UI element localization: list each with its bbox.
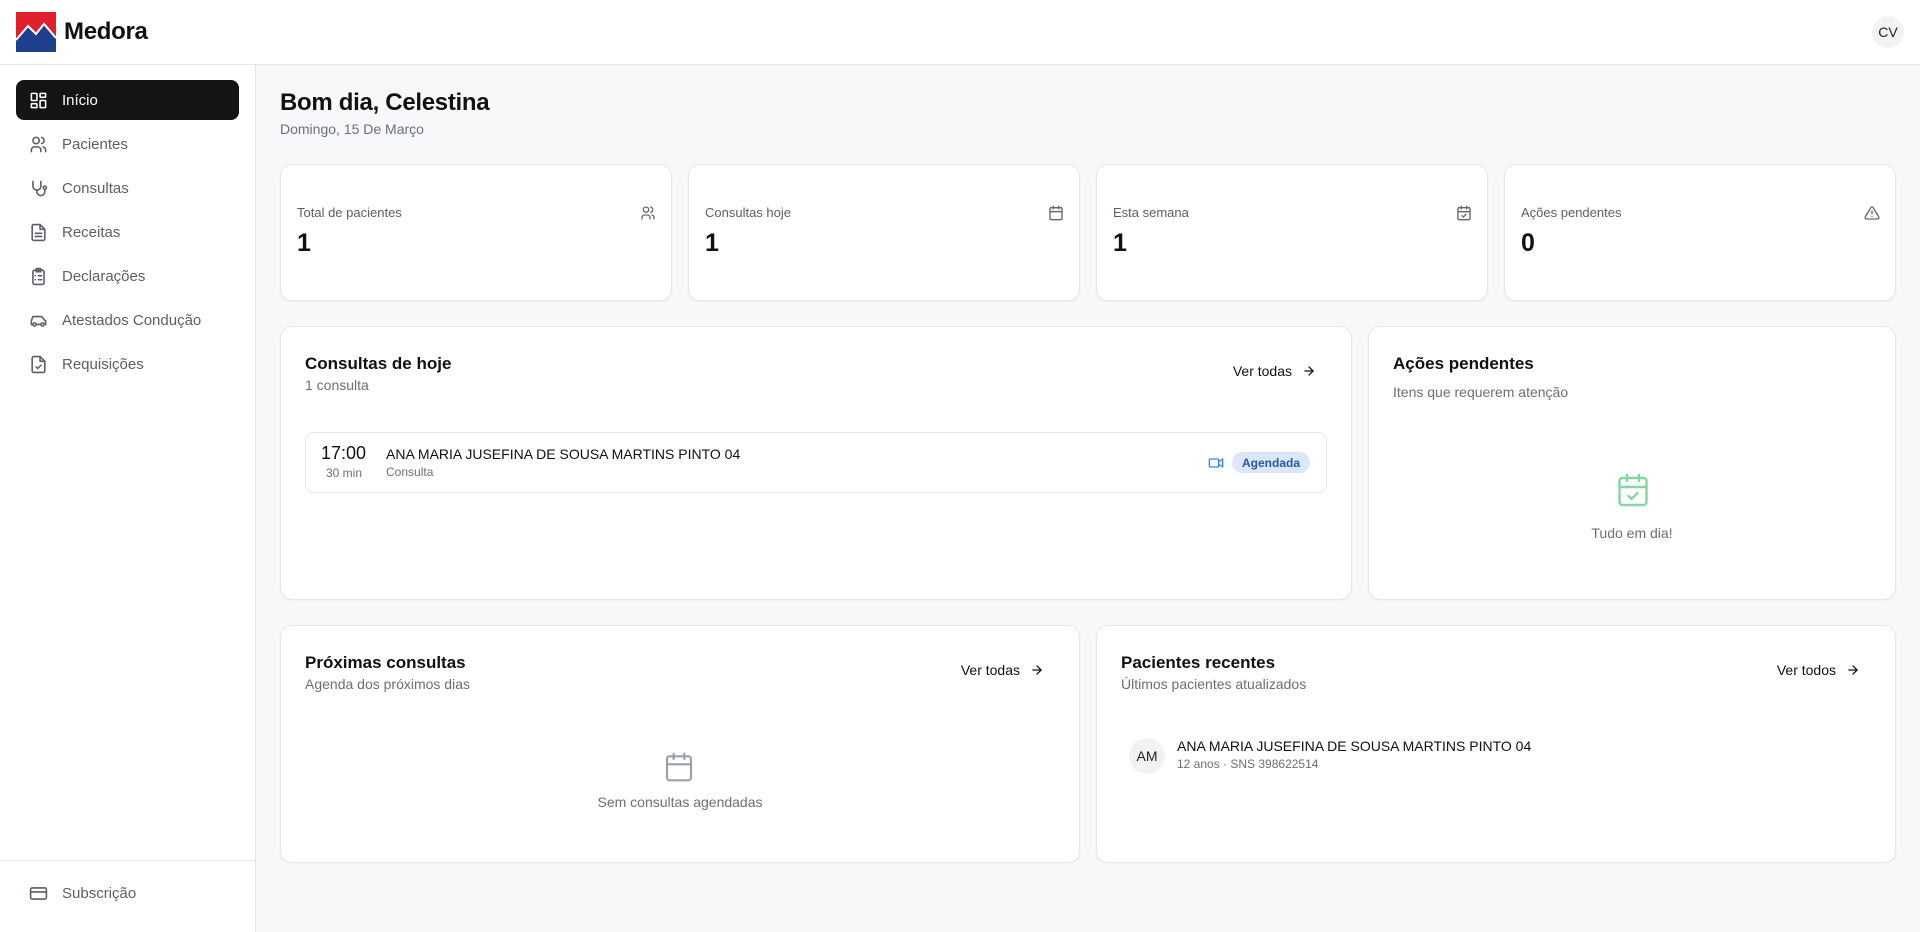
appointment-patient-name: ANA MARIA JUSEFINA DE SOUSA MARTINS PINT…: [386, 446, 741, 462]
sidebar-nav: Início Pacientes Consultas Receitas Decl…: [0, 65, 255, 399]
sidebar-item-label: Requisições: [62, 355, 144, 373]
user-avatar[interactable]: CV: [1872, 16, 1904, 48]
card-subtitle: Agenda dos próximos dias: [305, 676, 470, 692]
users-icon: [30, 136, 47, 152]
sidebar-item-label: Subscrição: [62, 884, 137, 902]
stat-card-this-week: Esta semana 1: [1096, 164, 1488, 301]
sidebar-item-label: Atestados Condução: [62, 311, 202, 329]
file-check-icon: [31, 355, 46, 373]
sidebar-item-label: Declarações: [62, 267, 146, 285]
link-label: Ver todas: [1232, 363, 1292, 379]
card-subtitle: 1 consulta: [305, 377, 369, 393]
view-all-today-button[interactable]: Ver todas: [1233, 363, 1316, 379]
stethoscope-icon: [32, 180, 48, 196]
sidebar-item-declaracoes[interactable]: Declarações: [16, 256, 239, 296]
arrow-right-icon: [1304, 366, 1314, 376]
view-all-upcoming-button[interactable]: Ver todas: [961, 662, 1044, 678]
patient-avatar[interactable]: AM: [1129, 738, 1165, 774]
recent-patients-card: Pacientes recentes Últimos pacientes atu…: [1096, 625, 1896, 863]
sidebar: Início Pacientes Consultas Receitas Decl…: [0, 65, 256, 932]
calendar-check-icon: [1618, 473, 1648, 507]
stat-value: 1: [705, 229, 719, 257]
stat-value: 0: [1521, 229, 1535, 257]
stat-label: Ações pendentes: [1521, 205, 1622, 220]
stat-label: Total de pacientes: [297, 205, 402, 220]
file-text-icon: [31, 223, 46, 241]
sidebar-item-requisicoes[interactable]: Requisições: [16, 344, 239, 384]
upcoming-consultations-card: Próximas consultas Agenda dos próximos d…: [280, 625, 1080, 863]
calendar-check-icon: [1457, 205, 1471, 221]
appointment-time: 17:00: [321, 443, 367, 463]
empty-state-text: Sem consultas agendadas: [597, 794, 763, 810]
link-label: Ver todos: [1776, 662, 1836, 678]
main-content: Bom dia, Celestina Domingo, 15 De Março …: [256, 65, 1920, 932]
sidebar-item-pacientes[interactable]: Pacientes: [16, 124, 239, 164]
link-label: Ver todas: [960, 662, 1020, 678]
calendar-icon: [1049, 205, 1063, 221]
card-title: Próximas consultas: [305, 653, 466, 672]
empty-state-text: Tudo em dia!: [1591, 525, 1673, 541]
dashboard-icon: [30, 92, 47, 108]
sidebar-item-label: Consultas: [62, 179, 129, 197]
credit-card-icon: [29, 886, 48, 900]
stat-value: 1: [1113, 229, 1127, 257]
stat-label: Consultas hoje: [705, 205, 791, 220]
appointment-type: Consulta: [386, 465, 434, 479]
patient-meta: 12 anos · SNS 398622514: [1177, 757, 1319, 771]
stat-card-consultations-today: Consultas hoje 1: [688, 164, 1080, 301]
appointment-row[interactable]: 17:00 30 min ANA MARIA JUSEFINA DE SOUSA…: [305, 432, 1327, 493]
top-header: Medora CV: [0, 0, 1920, 65]
video-icon[interactable]: [1208, 455, 1224, 471]
current-date: Domingo, 15 De Março: [280, 121, 424, 137]
stat-card-pending-actions: Ações pendentes 0: [1504, 164, 1896, 301]
card-subtitle: Últimos pacientes atualizados: [1121, 676, 1307, 692]
brand-name: Medora: [64, 18, 148, 45]
stat-value: 1: [297, 229, 311, 257]
sidebar-item-label: Pacientes: [62, 135, 128, 153]
view-all-patients-button[interactable]: Ver todos: [1777, 662, 1860, 678]
status-badge: Agendada: [1232, 452, 1311, 473]
medora-logo: [16, 12, 56, 52]
sidebar-item-consultas[interactable]: Consultas: [16, 168, 239, 208]
sidebar-item-label: Início: [62, 91, 98, 109]
appointment-duration: 30 min: [326, 466, 363, 480]
sidebar-item-label: Receitas: [62, 223, 121, 241]
arrow-right-icon: [1848, 665, 1858, 675]
card-title: Pacientes recentes: [1121, 653, 1276, 672]
car-icon: [30, 315, 47, 327]
users-icon: [641, 206, 655, 220]
sidebar-item-receitas[interactable]: Receitas: [16, 212, 239, 252]
brand[interactable]: Medora: [16, 12, 148, 52]
today-consultations-card: Consultas de hoje 1 consulta Ver todas 1…: [280, 326, 1352, 600]
alert-triangle-icon: [1864, 206, 1880, 220]
calendar-icon: [665, 752, 693, 782]
clipboard-list-icon: [32, 267, 45, 285]
pending-actions-card: Ações pendentes Itens que requerem atenç…: [1368, 326, 1896, 600]
sidebar-item-atestados[interactable]: Atestados Condução: [16, 300, 239, 340]
sidebar-item-subscricao[interactable]: Subscrição: [16, 873, 239, 913]
arrow-right-icon: [1032, 665, 1042, 675]
card-subtitle: Itens que requerem atenção: [1393, 384, 1569, 400]
card-title: Ações pendentes: [1393, 354, 1534, 373]
sidebar-footer: Subscrição: [0, 860, 255, 932]
sidebar-item-inicio[interactable]: Início: [16, 80, 239, 120]
stat-card-total-patients: Total de pacientes 1: [280, 164, 672, 301]
stat-label: Esta semana: [1113, 205, 1189, 220]
page-title: Bom dia, Celestina: [280, 89, 490, 116]
card-title: Consultas de hoje: [305, 354, 452, 373]
patient-name[interactable]: ANA MARIA JUSEFINA DE SOUSA MARTINS PINT…: [1177, 738, 1531, 754]
